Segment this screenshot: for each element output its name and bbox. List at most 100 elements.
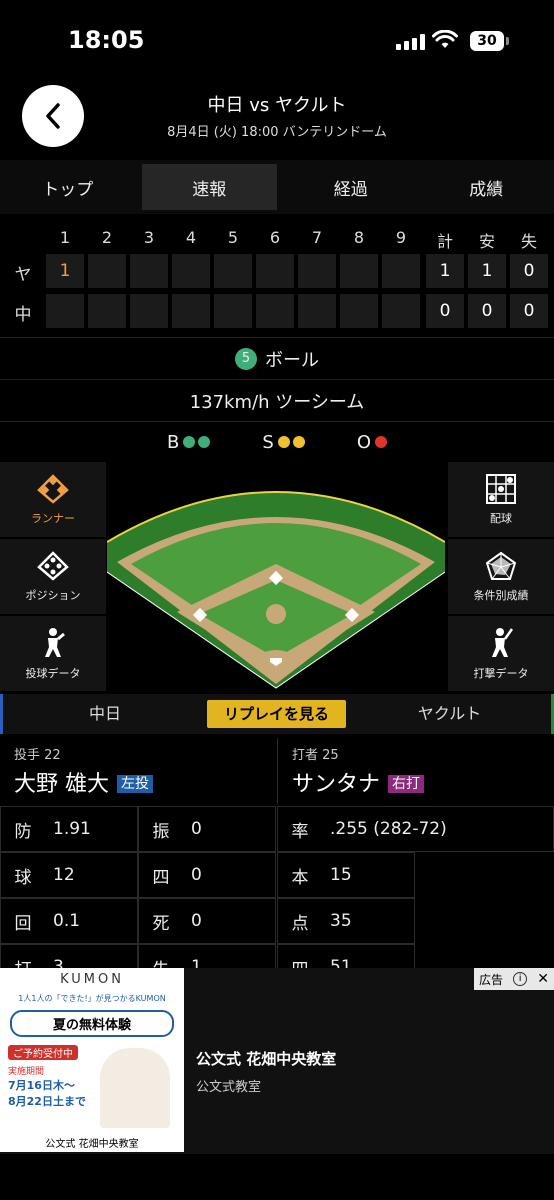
pitcher-stat: 振0 xyxy=(138,806,276,852)
pitcher-name: 大野 雄大 xyxy=(14,772,109,797)
pitch-speed-label: 137km/h ツーシーム xyxy=(189,391,365,413)
total-errors: 0 xyxy=(510,294,548,328)
inning-header: 3 xyxy=(143,228,155,247)
close-icon[interactable]: ✕ xyxy=(537,971,549,987)
grid-icon xyxy=(486,473,516,504)
inning-score xyxy=(172,294,210,328)
split-stats-button[interactable]: 条件別成績 xyxy=(448,539,554,615)
ad-badge-label: 広告 xyxy=(479,972,504,987)
position-icon xyxy=(37,550,69,581)
radar-icon xyxy=(485,551,517,580)
inning-score: 1 xyxy=(46,254,84,288)
inning-score xyxy=(340,254,378,288)
batter-stat: 点 35 xyxy=(277,898,415,944)
ad-footer: 公文式 花畑中央教室 xyxy=(45,1139,139,1150)
inning-score xyxy=(88,294,126,328)
position-button[interactable]: ポジション xyxy=(0,539,106,615)
pitch-number-badge: 5 xyxy=(235,347,257,370)
pitcher-icon xyxy=(45,627,65,657)
stat-value: 0 xyxy=(191,819,202,839)
strike-indicator xyxy=(277,432,305,453)
tab-progress[interactable]: 経過 xyxy=(283,160,419,214)
batter-stat: 率 .255 (282-72) xyxy=(277,806,554,852)
inning-header: 8 xyxy=(353,228,365,247)
inning-header: 7 xyxy=(311,228,323,247)
pitcher-stat: 防 1.91 xyxy=(0,806,138,852)
out-indicator xyxy=(374,432,387,453)
inning-score xyxy=(130,254,168,288)
batter-icon xyxy=(492,627,514,657)
pitch-chart-label: 配球 xyxy=(490,511,512,525)
pitching-data-button[interactable]: 投球データ xyxy=(0,616,106,692)
inning-score xyxy=(214,254,252,288)
tab-live[interactable]: 速報 xyxy=(141,164,277,210)
scoreboard: 123456789計安失ヤ1110中000 xyxy=(0,218,554,336)
inning-score xyxy=(172,254,210,288)
home-team-tab[interactable]: 中日 xyxy=(0,694,207,734)
pitching-data-label: 投球データ xyxy=(25,666,81,680)
stat-value: 0 xyxy=(191,911,202,931)
tab-bar: トップ 速報 経過 成績 xyxy=(0,160,554,214)
stat-value: 15 xyxy=(330,865,352,885)
inning-score xyxy=(298,294,336,328)
pitcher-stat: 回 0.1 xyxy=(0,898,138,944)
total-runs: 1 xyxy=(426,254,464,288)
ball-indicator xyxy=(183,432,211,453)
ad-line2: 夏の無料体験 xyxy=(10,1010,174,1037)
runner-button[interactable]: ランナー xyxy=(0,462,106,538)
replay-button[interactable]: リプレイを見る xyxy=(207,700,346,728)
stat-key: 球 xyxy=(14,867,32,888)
batter-panel[interactable]: 打者 25 サンタナ 右打 xyxy=(292,738,554,804)
ad-image[interactable]: KUMON 1人1人の「できた!」が見つかるKUMON 夏の無料体験 ご予約受付… xyxy=(0,968,184,1152)
away-team-tab[interactable]: ヤクルト xyxy=(348,694,554,734)
stat-key: 防 xyxy=(14,821,32,842)
status-bar: 18:05 30 xyxy=(0,0,554,80)
field-panel: ランナー ポジション 投球データ 配球 条件別成績 打撃データ xyxy=(0,462,554,692)
inning-score xyxy=(256,294,294,328)
count-display: B S O xyxy=(0,421,554,462)
inning-header: 4 xyxy=(185,228,197,247)
inning-score xyxy=(256,254,294,288)
ad-brand: KUMON xyxy=(60,972,124,987)
diamond-icon xyxy=(37,473,69,504)
signal-icon xyxy=(396,34,426,50)
inning-score xyxy=(298,254,336,288)
split-stats-label: 条件別成績 xyxy=(473,588,529,602)
inning-header: 9 xyxy=(395,228,407,247)
stat-value: 1.91 xyxy=(53,819,91,839)
batting-data-button[interactable]: 打撃データ xyxy=(448,616,554,692)
stat-key: 振 xyxy=(152,821,170,842)
batting-data-label: 打撃データ xyxy=(473,666,529,680)
stat-key: 率 xyxy=(291,821,309,842)
ad-child-photo xyxy=(100,1048,170,1128)
tab-stats[interactable]: 成績 xyxy=(419,160,554,214)
battery-icon: 30 xyxy=(470,31,504,51)
pitch-chart-button[interactable]: 配球 xyxy=(448,462,554,538)
position-label: ポジション xyxy=(25,588,81,602)
pitcher-panel[interactable]: 投手 22 大野 雄大 左投 xyxy=(14,738,276,804)
inning-score xyxy=(214,294,252,328)
stat-value: .255 (282-72) xyxy=(330,819,447,839)
pitch-result-label: ボール xyxy=(265,349,319,371)
tab-top[interactable]: トップ xyxy=(0,160,136,214)
ad-choices[interactable]: 広告 i ✕ xyxy=(474,968,554,990)
pitcher-hand-badge: 左投 xyxy=(117,775,153,793)
team-label: ヤ xyxy=(14,265,32,285)
pitcher-stat: 死0 xyxy=(138,898,276,944)
ad-banner[interactable]: KUMON 1人1人の「できた!」が見つかるKUMON 夏の無料体験 ご予約受付… xyxy=(0,968,554,1154)
inning-score xyxy=(130,294,168,328)
inning-header: 1 xyxy=(59,228,71,247)
info-icon[interactable]: i xyxy=(513,972,528,986)
stat-value: 0.1 xyxy=(53,911,81,931)
baseball-field xyxy=(107,491,445,689)
stat-key: 四 xyxy=(152,867,170,888)
inning-score xyxy=(340,294,378,328)
inning-header: 安 xyxy=(478,232,495,251)
total-hits: 1 xyxy=(468,254,506,288)
inning-score xyxy=(382,254,420,288)
batter-hand-badge: 右打 xyxy=(388,775,425,793)
pitcher-role: 投手 22 xyxy=(14,748,61,763)
batter-name: サンタナ xyxy=(292,772,381,797)
game-info: 8月4日 (火) 18:00 バンテリンドーム xyxy=(167,125,387,140)
strike-label: S xyxy=(262,431,274,453)
